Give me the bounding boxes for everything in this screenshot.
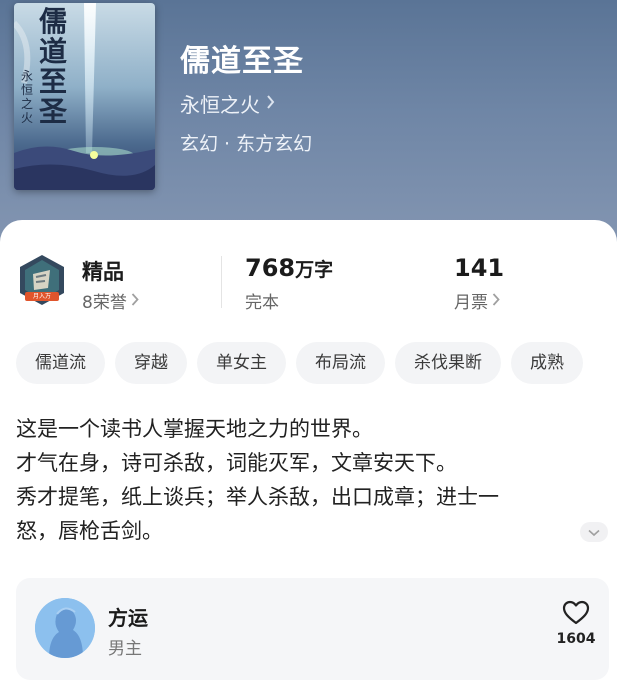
author-link[interactable]: 永恒之火 [180, 89, 275, 118]
cover-author: 永恒之火 [20, 69, 33, 125]
book-cover[interactable]: 儒道至圣 永恒之火 [14, 3, 155, 190]
word-count-value: 768 [245, 254, 296, 282]
heart-outline-icon [562, 600, 590, 629]
description-line: 秀才提笔，纸上谈兵；举人杀敌，出口成章；进士一 [16, 485, 499, 509]
tag-list: 儒道流 穿越 单女主 布局流 杀伐果断 成熟 [16, 342, 617, 386]
book-detail-card: 月入万 精品 8荣誉 768万字 完本 141 月票 儒道流 穿越 单女主 布局流 杀伐… [0, 220, 617, 690]
chevron-down-icon[interactable] [580, 522, 608, 542]
book-genre: 玄幻 · 东方玄幻 [180, 133, 313, 155]
book-status: 完本 [245, 293, 279, 313]
tag-chip[interactable]: 儒道流 [16, 342, 105, 384]
stats-row: 月入万 精品 8荣誉 768万字 完本 141 月票 [0, 250, 617, 320]
honor-count: 8荣誉 [82, 293, 127, 313]
word-count: 768万字 [245, 254, 333, 282]
tag-chip[interactable]: 杀伐果断 [395, 342, 501, 384]
word-count-unit: 万字 [295, 259, 334, 281]
tag-chip[interactable]: 布局流 [296, 342, 385, 384]
description-line: 才气在身，诗可杀敌，词能灭军，文章安天下。 [16, 451, 457, 475]
honor-link[interactable]: 8荣誉 [82, 288, 139, 313]
description-line: 怒，唇枪舌剑。 [16, 519, 163, 543]
chevron-right-icon [131, 291, 139, 311]
monthly-votes-value: 141 [454, 254, 505, 282]
stats-divider [221, 256, 222, 308]
character-role: 男主 [108, 639, 142, 659]
character-card[interactable]: 方运 男主 1604 [16, 578, 609, 680]
author-name: 永恒之火 [180, 93, 260, 117]
like-button[interactable]: 1604 [556, 600, 596, 647]
tag-chip[interactable]: 单女主 [197, 342, 286, 384]
description-line: 这是一个读书人掌握天地之力的世界。 [16, 417, 373, 441]
book-header: 儒道至圣 永恒之火 儒道至圣 永恒之火 玄幻 · 东方玄幻 [0, 0, 617, 250]
chevron-right-icon [266, 93, 275, 114]
monthly-votes-label: 月票 [454, 293, 488, 313]
book-title: 儒道至圣 [180, 44, 304, 79]
chevron-right-icon [492, 291, 500, 311]
honor-badge-icon[interactable]: 月入万 [16, 254, 68, 306]
tag-chip[interactable]: 穿越 [115, 342, 187, 384]
tag-chip[interactable]: 成熟 [511, 342, 583, 384]
character-name: 方运 [108, 606, 148, 630]
book-description[interactable]: 这是一个读书人掌握天地之力的世界。 才气在身，诗可杀敌，词能灭军，文章安天下。 … [16, 412, 586, 548]
cover-title: 儒道至圣 [38, 5, 67, 128]
monthly-votes-link[interactable]: 月票 [454, 288, 500, 313]
honor-label: 精品 [82, 260, 124, 284]
badge-text: 月入万 [32, 293, 51, 300]
character-avatar [35, 598, 95, 658]
like-count: 1604 [556, 631, 596, 647]
